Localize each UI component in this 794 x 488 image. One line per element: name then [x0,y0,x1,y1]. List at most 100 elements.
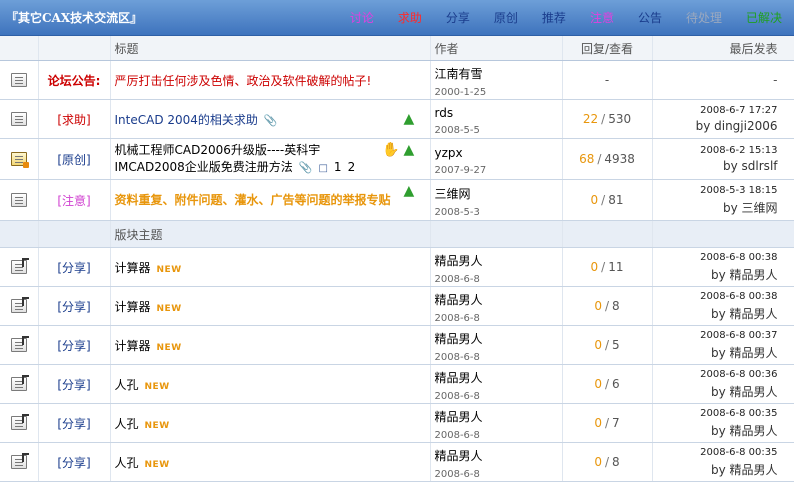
folder-icon [10,112,27,127]
share-folder-icon [10,297,29,314]
thread-title[interactable]: 人孔 [115,417,139,431]
thread-category[interactable]: [分享] [57,300,90,314]
last-post-author[interactable]: by 精品男人 [653,383,778,400]
pinned-up-icon: ▲ [403,111,415,127]
last-post-author[interactable]: by 精品男人 [653,461,778,478]
share-folder-icon [10,414,29,431]
reply-count: 22 [582,112,599,126]
thread-category[interactable]: [分享] [57,339,90,353]
col-replies: 回复/查看 [562,36,653,61]
section-label: 版块主题 [110,220,431,248]
last-post-time[interactable]: 2008-6-8 00:36 [653,369,777,380]
thread-category[interactable]: [原创] [57,153,90,167]
author-name[interactable]: 三维网 [435,185,562,202]
author-name[interactable]: yzpx [435,146,562,160]
new-badge: NEW [144,381,170,392]
last-post-author[interactable]: by dingji2006 [653,119,778,133]
reply-count: 0 [594,416,602,430]
author-name[interactable]: 精品男人 [435,408,562,425]
reply-count: - [604,73,610,87]
last-post-author[interactable]: by 精品男人 [653,305,778,322]
filter-solved[interactable]: 已解决 [734,0,794,36]
table-header: 标题 作者 回复/查看 最后发表 [0,36,794,61]
col-author: 作者 [430,36,563,61]
filter-recommend[interactable]: 推荐 [530,0,578,36]
thread-category[interactable]: [分享] [57,378,90,392]
filter-notice[interactable]: 注意 [578,0,626,36]
last-post-author[interactable]: by sdlrslf [653,159,777,173]
filter-pending[interactable]: 待处理 [674,0,734,36]
view-count: 8 [612,455,620,469]
table-row: [分享] 人孔 NEW 精品男人 2008-6-8 0/8 2008-6-8 00… [0,442,794,482]
reply-count: 68 [579,152,595,166]
author-name[interactable]: 精品男人 [435,369,562,386]
thread-title[interactable]: 资料重复、附件问题、灌水、广告等问题的举报专贴 [115,193,391,207]
post-date: 2008-6-8 [434,274,480,285]
board-title[interactable]: 『其它CAX技术交流区』 [6,0,142,36]
thread-title[interactable]: 计算器 [115,339,151,353]
pinned-up-icon: ▲ [403,142,415,158]
last-post-time[interactable]: 2008-6-7 17:27 [653,105,777,116]
page-link-2[interactable]: 2 [348,160,356,174]
last-post-time[interactable]: 2008-6-8 00:37 [653,330,777,341]
col-last-post: 最后发表 [652,36,794,61]
thread-category[interactable]: [注意] [57,194,90,208]
view-count: 81 [608,193,624,207]
view-count: 530 [608,112,632,126]
folder-icon [10,73,27,88]
thread-table: 标题 作者 回复/查看 最后发表 论坛公告: 严厉打击任何涉及色情、政治及软件破… [0,36,794,482]
filter-share[interactable]: 分享 [434,0,482,36]
author-name[interactable]: 精品男人 [435,330,562,347]
thread-title[interactable]: 严厉打击任何涉及色情、政治及软件破解的帖子! [115,74,372,88]
share-folder-icon [10,258,29,275]
thread-category[interactable]: [分享] [57,261,90,275]
filter-discuss[interactable]: 讨论 [338,0,386,36]
folder-icon [10,193,27,208]
author-name[interactable]: 精品男人 [435,291,562,308]
last-post-author[interactable]: by 精品男人 [653,266,778,283]
thread-category[interactable]: [分享] [57,417,90,431]
last-post-time[interactable]: 2008-5-3 18:15 [653,185,777,196]
thread-title[interactable]: 人孔 [115,378,139,392]
thread-category[interactable]: [分享] [57,456,90,470]
filter-original[interactable]: 原创 [482,0,530,36]
col-title: 标题 [110,36,431,61]
author-name[interactable]: rds [435,106,562,120]
pinned-up-icon: ▲ [403,183,415,199]
thumbs-up-icon: ✋ [382,142,400,158]
author-name[interactable]: 精品男人 [435,447,562,464]
last-post-time[interactable]: 2008-6-8 00:35 [653,408,777,419]
share-folder-icon [10,453,29,470]
filter-help[interactable]: 求助 [386,0,434,36]
last-post-time[interactable]: 2008-6-8 00:38 [653,291,777,302]
announcement-label: 论坛公告: [47,73,101,88]
view-count: 4938 [604,152,635,166]
post-date: 2008-6-8 [434,469,480,480]
table-row: [分享] 计算器 NEW 精品男人 2008-6-8 0/11 2008-6-8 … [0,247,794,287]
author-name[interactable]: 江南有雪 [435,65,562,82]
last-post-time[interactable]: 2008-6-2 15:13 [653,145,777,156]
thread-title[interactable]: 计算器 [115,261,151,275]
page-link-1[interactable]: 1 [334,160,342,174]
view-count: 8 [612,299,620,313]
thread-title[interactable]: InteCAD 2004的相关求助 [115,113,258,127]
post-date: 2008-6-8 [434,313,480,324]
post-date: 2008-6-8 [434,430,480,441]
filter-announcement[interactable]: 公告 [626,0,674,36]
table-row: [分享] 人孔 NEW 精品男人 2008-6-8 0/7 2008-6-8 00… [0,403,794,443]
view-count: 6 [612,377,620,391]
last-post-author[interactable]: by 精品男人 [653,422,778,439]
author-name[interactable]: 精品男人 [435,252,562,269]
thread-title[interactable]: 机械工程师CAD2006升级版----英科宇IMCAD2008企业版免费注册方法 [115,143,321,174]
filter-bar: 讨论 求助 分享 原创 推荐 注意 公告 待处理 已解决 [338,0,794,36]
last-post-author[interactable]: by 精品男人 [653,344,778,361]
thread-title[interactable]: 计算器 [115,300,151,314]
thread-category[interactable]: [求助] [57,113,90,127]
table-row: [分享] 计算器 NEW 精品男人 2008-6-8 0/8 2008-6-8 0… [0,286,794,326]
last-post-time[interactable]: 2008-6-8 00:38 [653,252,777,263]
thread-title[interactable]: 人孔 [115,456,139,470]
last-post-author[interactable]: by 三维网 [653,199,778,216]
post-date: 2008-6-8 [434,391,480,402]
last-post-time[interactable]: 2008-6-8 00:35 [653,447,777,458]
new-badge: NEW [156,264,182,275]
